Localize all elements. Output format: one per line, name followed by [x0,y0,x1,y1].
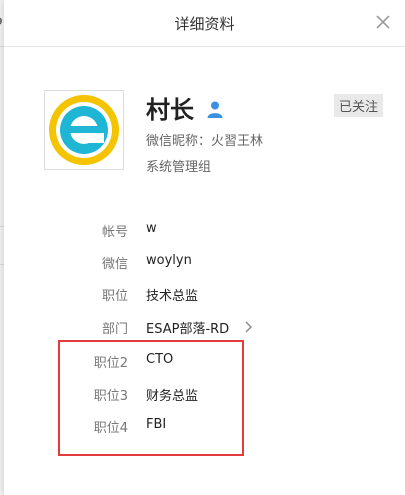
avatar[interactable] [44,90,124,170]
panel-header: 详细资料 [4,0,405,47]
field-label-department: 部门 [101,322,128,337]
group-name: 系统管理组 [146,160,212,175]
background-glyph: ǝ [0,13,3,29]
nickname: 微信昵称：火習王林 [146,134,264,149]
field-label-wechat: 微信 [101,257,128,272]
field-value-position: 技术总监 [146,289,199,304]
department-link[interactable]: ESAP部落-RD [146,318,229,337]
panel-title: 详细资料 [174,15,235,33]
person-icon [207,101,223,118]
highlight-box [58,340,244,456]
close-icon [376,15,390,29]
followed-badge[interactable]: 已关注 [334,94,384,117]
field-value-account: w [146,221,157,236]
profile-panel: 详细资料 村长 已关注 微信昵称：火習王林 系统管理组 帐号 w 微信 woyl… [4,0,405,495]
field-label-account: 帐号 [101,225,128,240]
chevron-right-icon[interactable] [243,321,253,333]
contact-name: 村长 [146,96,194,124]
field-label-position: 职位 [101,289,128,304]
field-value-wechat: woylyn [146,253,192,268]
close-button[interactable] [369,8,397,36]
logo-e-icon [49,95,119,165]
